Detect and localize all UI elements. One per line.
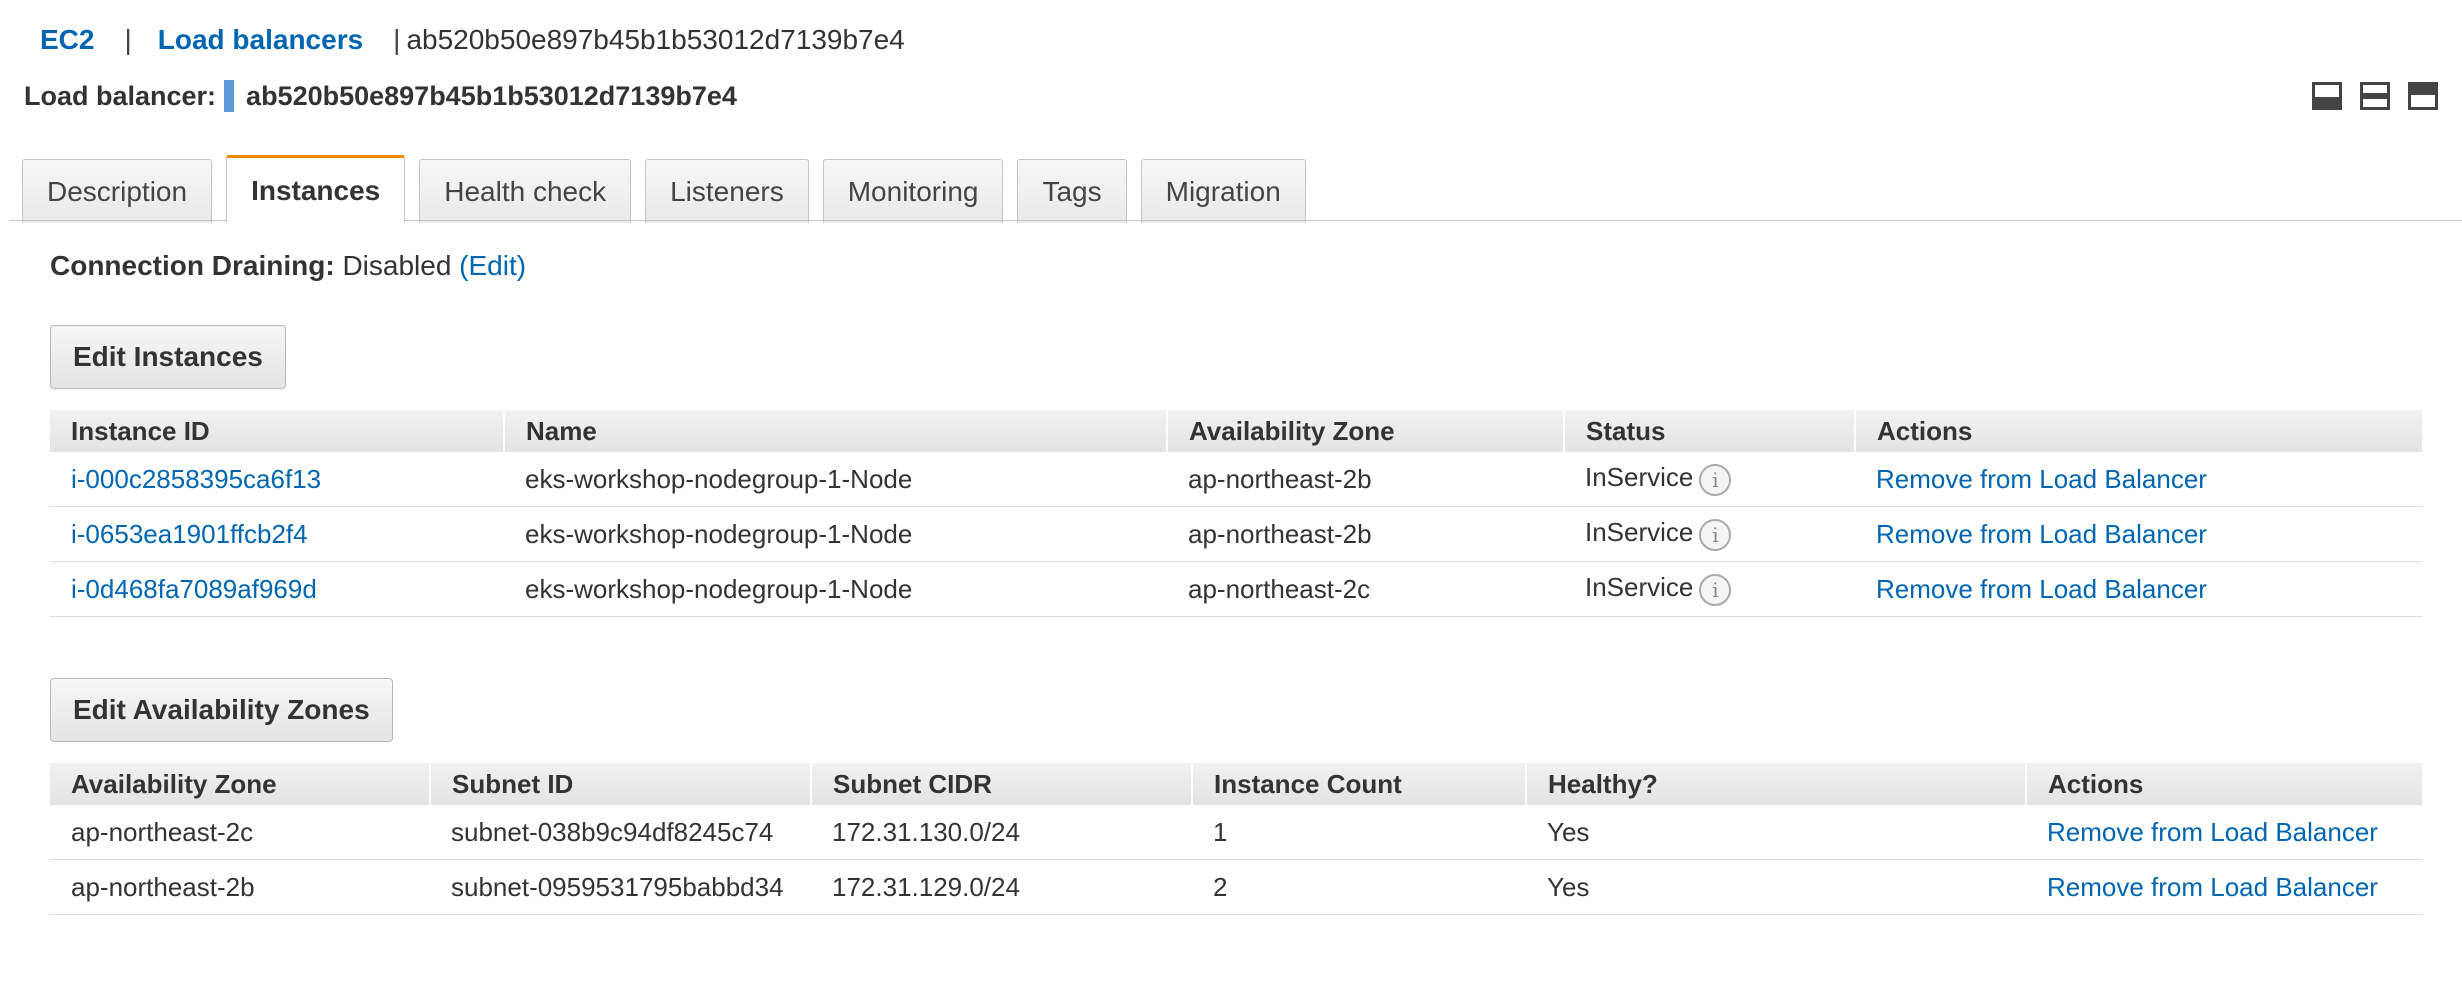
info-icon[interactable]: i: [1699, 518, 1732, 551]
tab-description[interactable]: Description: [22, 159, 213, 223]
column-header-healthy[interactable]: Healthy?: [1525, 763, 2026, 805]
subnet-id: subnet-0959531795babbd34: [430, 859, 811, 915]
connection-draining: Connection Draining: Disabled (Edit): [50, 250, 526, 282]
connection-draining-value: Disabled: [342, 250, 452, 281]
title-marker: [224, 80, 235, 112]
breadcrumb-separator: |: [393, 24, 401, 55]
info-icon[interactable]: i: [1699, 573, 1732, 606]
column-header-status[interactable]: Status: [1563, 410, 1855, 452]
column-header-actions[interactable]: Actions: [2025, 763, 2422, 805]
page-title-label: Load balancer:: [24, 80, 217, 111]
subnet-id: subnet-038b9c94df8245c74: [430, 805, 811, 860]
instance-name: eks-workshop-nodegroup-1-Node: [504, 506, 1167, 562]
instance-count: 1: [1192, 805, 1526, 860]
zone-name: ap-northeast-2b: [50, 859, 430, 915]
tab-listeners[interactable]: Listeners: [645, 159, 809, 223]
table-row: ap-northeast-2b subnet-0959531795babbd34…: [50, 859, 2422, 915]
column-header-subnet-cidr[interactable]: Subnet CIDR: [810, 763, 1192, 805]
remove-instance-link[interactable]: Remove from Load Balancer: [1876, 464, 2207, 494]
subnet-cidr: 172.31.130.0/24: [811, 805, 1192, 860]
breadcrumb-ec2-link[interactable]: EC2: [40, 24, 94, 56]
column-header-actions[interactable]: Actions: [1854, 410, 2422, 452]
subnet-cidr: 172.31.129.0/24: [811, 859, 1192, 915]
instance-az: ap-northeast-2b: [1167, 506, 1564, 562]
column-header-instance-id[interactable]: Instance ID: [50, 410, 504, 452]
instance-status: InService i: [1564, 452, 1855, 507]
zone-name: ap-northeast-2c: [50, 805, 430, 860]
table-row: i-0d468fa7089af969d eks-workshop-nodegro…: [50, 561, 2422, 617]
panel-top-icon[interactable]: [2408, 82, 2438, 110]
instance-id-link[interactable]: i-0653ea1901ffcb2f4: [71, 519, 308, 549]
table-header-row: Instance ID Name Availability Zone Statu…: [50, 410, 2422, 452]
healthy-status: Yes: [1526, 805, 2026, 860]
tab-migration[interactable]: Migration: [1140, 159, 1306, 223]
tab-monitoring[interactable]: Monitoring: [822, 159, 1004, 223]
connection-draining-label: Connection Draining:: [50, 250, 335, 281]
column-header-subnet-id[interactable]: Subnet ID: [429, 763, 811, 805]
table-row: i-0653ea1901ffcb2f4 eks-workshop-nodegro…: [50, 506, 2422, 562]
load-balancer-page: EC2 | Load balancers | ab520b50e897b45b1…: [0, 0, 2462, 982]
info-icon[interactable]: i: [1699, 463, 1732, 496]
instance-az: ap-northeast-2c: [1167, 561, 1564, 617]
status-text: InService: [1585, 462, 1694, 493]
column-header-instance-count[interactable]: Instance Count: [1191, 763, 1526, 805]
column-header-name[interactable]: Name: [503, 410, 1167, 452]
remove-zone-link[interactable]: Remove from Load Balancer: [2047, 872, 2378, 902]
instance-az: ap-northeast-2b: [1167, 452, 1564, 507]
instance-status: InService i: [1564, 506, 1855, 562]
instance-id-link[interactable]: i-0d468fa7089af969d: [71, 574, 317, 604]
edit-availability-zones-button[interactable]: Edit Availability Zones: [50, 678, 393, 742]
tab-tags[interactable]: Tags: [1017, 159, 1127, 223]
instance-count: 2: [1192, 859, 1526, 915]
load-balancer-name: ab520b50e897b45b1b53012d7139b7e4: [246, 80, 737, 111]
table-row: i-000c2858395ca6f13 eks-workshop-nodegro…: [50, 452, 2422, 507]
instances-table: Instance ID Name Availability Zone Statu…: [50, 410, 2422, 617]
tab-instances[interactable]: Instances: [226, 155, 406, 223]
view-toggle-group: [2312, 82, 2438, 110]
edit-instances-button[interactable]: Edit Instances: [50, 325, 286, 389]
breadcrumb-current: ab520b50e897b45b1b53012d7139b7e4: [406, 24, 905, 55]
instance-name: eks-workshop-nodegroup-1-Node: [504, 561, 1167, 617]
instance-name: eks-workshop-nodegroup-1-Node: [504, 452, 1167, 507]
column-header-availability-zone[interactable]: Availability Zone: [1166, 410, 1564, 452]
healthy-status: Yes: [1526, 859, 2026, 915]
remove-zone-link[interactable]: Remove from Load Balancer: [2047, 817, 2378, 847]
breadcrumb: EC2 | Load balancers | ab520b50e897b45b1…: [40, 24, 905, 56]
status-text: InService: [1585, 517, 1694, 548]
availability-zones-table: Availability Zone Subnet ID Subnet CIDR …: [50, 763, 2422, 915]
instance-id-link[interactable]: i-000c2858395ca6f13: [71, 464, 321, 494]
remove-instance-link[interactable]: Remove from Load Balancer: [1876, 574, 2207, 604]
column-header-availability-zone[interactable]: Availability Zone: [50, 763, 430, 805]
instance-status: InService i: [1564, 561, 1855, 617]
panel-split-icon[interactable]: [2360, 82, 2390, 110]
tab-bar: Description Instances Health check Liste…: [22, 155, 1320, 223]
panel-bottom-icon[interactable]: [2312, 82, 2342, 110]
page-title: Load balancer: ab520b50e897b45b1b53012d7…: [24, 80, 737, 112]
table-header-row: Availability Zone Subnet ID Subnet CIDR …: [50, 763, 2422, 805]
remove-instance-link[interactable]: Remove from Load Balancer: [1876, 519, 2207, 549]
breadcrumb-load-balancers-link[interactable]: Load balancers: [158, 24, 363, 56]
tab-health-check[interactable]: Health check: [419, 159, 632, 223]
edit-connection-draining-link[interactable]: (Edit): [459, 250, 526, 281]
breadcrumb-separator: |: [124, 24, 132, 55]
table-row: ap-northeast-2c subnet-038b9c94df8245c74…: [50, 805, 2422, 860]
status-text: InService: [1585, 572, 1694, 603]
